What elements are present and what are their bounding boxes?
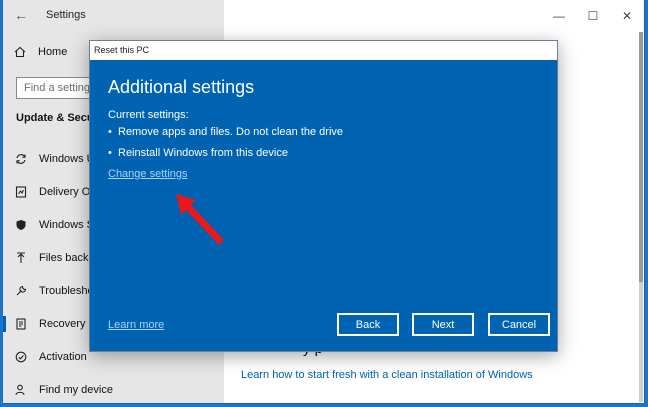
- sidebar-item-label: Activation: [39, 351, 87, 363]
- change-settings-link[interactable]: Change settings: [108, 168, 188, 180]
- search-placeholder: Find a setting: [24, 82, 91, 94]
- sync-icon: [3, 153, 39, 165]
- next-button[interactable]: Next: [412, 313, 474, 336]
- annotation-arrow-icon: [176, 194, 224, 245]
- bullet-text: Reinstall Windows from this device: [118, 147, 288, 159]
- scrollbar[interactable]: [639, 32, 643, 402]
- sidebar-item-label: Home: [38, 46, 68, 58]
- bullet-text: Remove apps and files. Do not clean the …: [118, 126, 344, 138]
- title-bar: ← Settings: [3, 0, 224, 32]
- window-controls: — ☐ ✕: [542, 0, 644, 32]
- recovery-icon: [3, 318, 39, 330]
- sidebar-item-home[interactable]: Home: [14, 46, 67, 58]
- shield-icon: [3, 219, 39, 231]
- back-button[interactable]: Back: [337, 313, 399, 336]
- sidebar-item-label: Recovery: [39, 318, 86, 330]
- learn-more-link[interactable]: Learn more: [108, 319, 164, 331]
- minimize-button[interactable]: —: [542, 0, 576, 32]
- bullet-dot: •: [108, 126, 112, 138]
- reset-pc-dialog: Reset this PC Additional settings Curren…: [89, 40, 558, 352]
- setting-bullet: • Remove apps and files. Do not clean the…: [108, 126, 343, 138]
- dialog-title: Reset this PC: [90, 41, 557, 60]
- activation-check-icon: [3, 351, 39, 363]
- person-location-icon: [3, 384, 39, 396]
- back-arrow-icon[interactable]: ←: [14, 7, 28, 23]
- delivery-optimization-icon: [3, 186, 39, 198]
- sidebar-item-label: Find my device: [39, 384, 113, 396]
- maximize-button[interactable]: ☐: [576, 0, 610, 32]
- backup-arrow-icon: [3, 252, 39, 264]
- scrollbar-thumb[interactable]: [639, 32, 643, 282]
- setting-bullet: • Reinstall Windows from this device: [108, 147, 288, 159]
- home-icon: [14, 46, 26, 58]
- wrench-icon: [3, 285, 39, 297]
- sidebar-item-label: Troublesho: [39, 285, 94, 297]
- close-button[interactable]: ✕: [610, 0, 644, 32]
- window-title: Settings: [46, 9, 86, 21]
- current-settings-label: Current settings:: [108, 109, 189, 121]
- bullet-dot: •: [108, 147, 112, 159]
- dialog-heading: Additional settings: [108, 77, 255, 97]
- clean-install-link[interactable]: Learn how to start fresh with a clean in…: [241, 369, 533, 381]
- cancel-button[interactable]: Cancel: [488, 313, 550, 336]
- sidebar-item-find-my-device[interactable]: Find my device: [3, 375, 224, 403]
